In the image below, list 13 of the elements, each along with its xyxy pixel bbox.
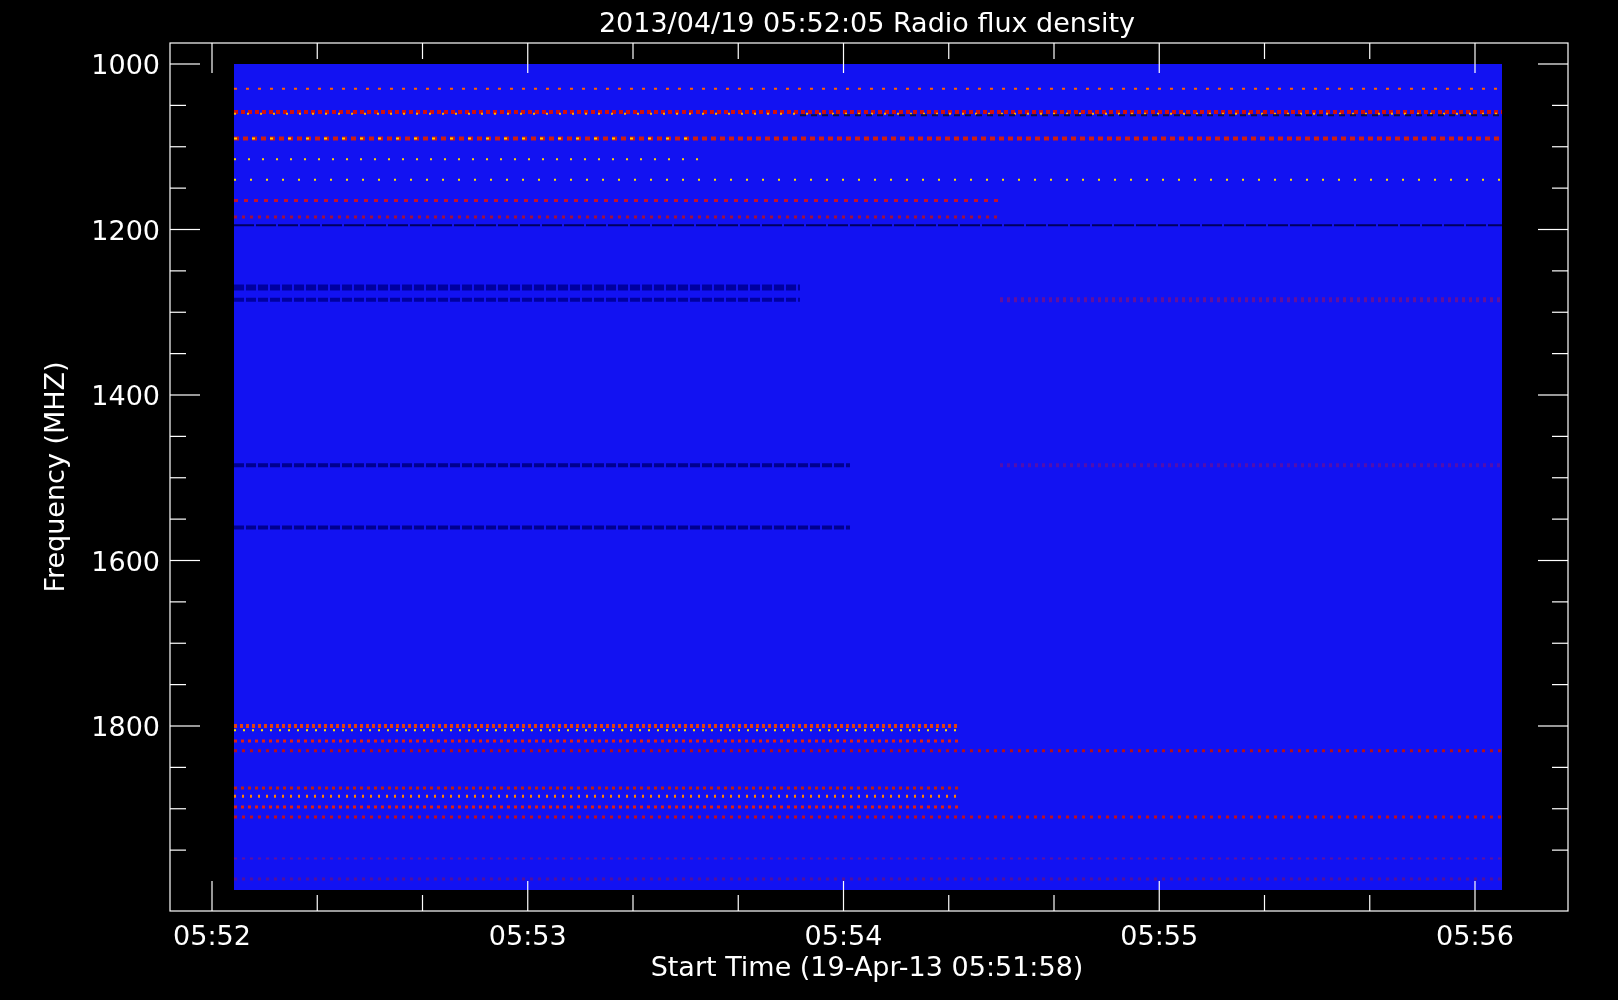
y-tick-label: 1600 <box>91 545 160 577</box>
x-axis-label: Start Time (19-Apr-13 05:51:58) <box>650 951 1084 982</box>
x-tick-label: 05:54 <box>804 920 883 951</box>
y-tick-label: 1000 <box>91 49 160 80</box>
x-tick-label: 05:52 <box>173 920 251 951</box>
y-tick-label: 1800 <box>91 711 160 742</box>
y-axis-label: Frequency (MHZ) <box>39 361 70 593</box>
x-tick-label: 05:55 <box>1120 920 1199 951</box>
y-tick-label: 1200 <box>91 214 160 246</box>
chart-title: 2013/04/19 05:52:05 Radio flux density <box>598 7 1136 38</box>
x-tick-label: 05:56 <box>1436 920 1514 951</box>
x-tick-label: 05:53 <box>488 920 567 951</box>
y-tick-label: 1400 <box>91 380 160 411</box>
